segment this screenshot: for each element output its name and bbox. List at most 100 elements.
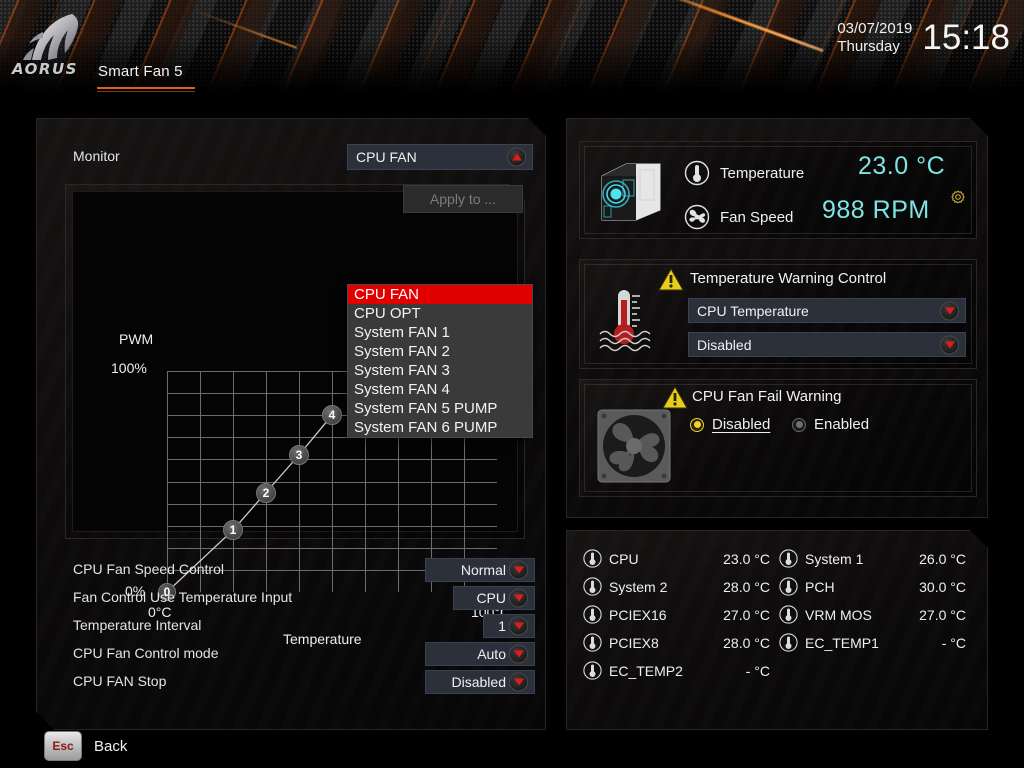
header-bottom-bar bbox=[0, 92, 1024, 100]
temperature-warning-state-value: Disabled bbox=[697, 336, 752, 353]
monitor-dropdown-list[interactable]: CPU FAN CPU OPT System FAN 1 System FAN 2 Sy… bbox=[347, 284, 533, 438]
fan-fail-option-disabled[interactable]: Disabled bbox=[690, 416, 770, 433]
sensor-value: 28.0 °C bbox=[723, 578, 770, 595]
setting-label: CPU Fan Control mode bbox=[73, 645, 219, 661]
warning-triangle-icon bbox=[658, 268, 684, 292]
dropdown-item[interactable]: System FAN 1 bbox=[348, 323, 532, 342]
warning-triangle-icon bbox=[662, 386, 688, 410]
sensor-name: CPU bbox=[609, 550, 639, 567]
sensor-name: PCIEX16 bbox=[609, 606, 667, 623]
apply-to-button[interactable]: Apply to ... bbox=[403, 185, 523, 213]
sensor-value: 27.0 °C bbox=[919, 606, 966, 623]
temperature-value: 23.0 °C bbox=[858, 152, 946, 180]
monitor-status-panel: Temperature 23.0 °C Fan Speed 988 RPM Te… bbox=[566, 118, 988, 518]
sensor-row: PCH 30.0 °C bbox=[779, 577, 966, 596]
tab-smart-fan-5[interactable]: Smart Fan 5 bbox=[98, 63, 183, 80]
setting-value-select[interactable]: Disabled bbox=[425, 670, 535, 694]
sensor-row: System 2 28.0 °C bbox=[583, 577, 770, 596]
tab-underline bbox=[97, 87, 195, 89]
sensor-row: VRM MOS 27.0 °C bbox=[779, 605, 966, 624]
sensor-name: PCIEX8 bbox=[609, 634, 659, 651]
setting-value: Disabled bbox=[451, 674, 506, 690]
temperature-fanspeed-card: Temperature 23.0 °C Fan Speed 988 RPM bbox=[579, 141, 977, 239]
dropdown-item[interactable]: System FAN 6 PUMP bbox=[348, 418, 532, 437]
back-bar[interactable]: Esc Back bbox=[44, 731, 127, 761]
setting-label: Temperature Interval bbox=[73, 617, 202, 633]
setting-value: Auto bbox=[477, 646, 506, 662]
sensor-value: 28.0 °C bbox=[723, 634, 770, 651]
setting-value-select[interactable]: CPU bbox=[453, 586, 535, 610]
chevron-down-icon[interactable] bbox=[509, 645, 528, 664]
tab-underline-secondary bbox=[97, 91, 195, 92]
thermometer-icon bbox=[583, 633, 602, 652]
setting-label: CPU Fan Speed Control bbox=[73, 561, 224, 577]
chevron-down-icon[interactable] bbox=[940, 301, 959, 320]
setting-row: CPU FAN Stop Disabled bbox=[73, 668, 535, 696]
monitor-row: Monitor CPU FAN bbox=[73, 144, 533, 172]
monitor-select-value: CPU FAN bbox=[356, 149, 417, 165]
chart-y-axis-title: PWM bbox=[119, 331, 154, 347]
fan-speed-row: Fan Speed bbox=[684, 204, 793, 230]
radio-disabled[interactable] bbox=[690, 418, 704, 432]
setting-row: CPU Fan Control mode Auto bbox=[73, 640, 535, 668]
sensor-name: EC_TEMP1 bbox=[805, 634, 879, 651]
setting-value-select[interactable]: Auto bbox=[425, 642, 535, 666]
temperature-warning-card: Temperature Warning Control CPU Temperat… bbox=[579, 259, 977, 369]
thermometer-icon bbox=[779, 577, 798, 596]
sensor-name: PCH bbox=[805, 578, 835, 595]
sensor-row: EC_TEMP2 - °C bbox=[583, 661, 770, 680]
cpu-fan-fail-warning-card: CPU Fan Fail Warning Disabled Enabled bbox=[579, 379, 977, 497]
clock: 03/07/2019 Thursday 15:18 bbox=[837, 20, 1010, 55]
fan-speed-value: 988 RPM bbox=[822, 196, 930, 224]
sensor-value: 27.0 °C bbox=[723, 606, 770, 623]
temperature-warning-source-select[interactable]: CPU Temperature bbox=[688, 298, 966, 323]
monitor-select[interactable]: CPU FAN bbox=[347, 144, 533, 170]
chevron-down-icon[interactable] bbox=[509, 673, 528, 692]
fan-curve-point-2[interactable]: 2 bbox=[256, 483, 276, 503]
smart-fan-left-panel: Monitor CPU FAN Apply to ... PWM 100% 0%… bbox=[36, 118, 546, 730]
setting-value: 1 bbox=[498, 618, 506, 634]
monitor-label: Monitor bbox=[73, 148, 120, 164]
chevron-down-icon[interactable] bbox=[509, 561, 528, 580]
chevron-down-icon[interactable] bbox=[940, 335, 959, 354]
setting-label: Fan Control Use Temperature Input bbox=[73, 589, 293, 605]
gear-icon[interactable] bbox=[950, 190, 966, 211]
sensor-row: PCIEX8 28.0 °C bbox=[583, 633, 770, 652]
sensor-name: System 2 bbox=[609, 578, 668, 595]
setting-row: Fan Control Use Temperature Input CPU bbox=[73, 584, 535, 612]
system-sensors-panel: CPU 23.0 °C System 1 26.0 °C System 2 28.0 °C… bbox=[566, 530, 988, 730]
chevron-down-icon[interactable] bbox=[509, 589, 528, 608]
dropdown-item[interactable]: System FAN 5 PUMP bbox=[348, 399, 532, 418]
setting-value-select[interactable]: Normal bbox=[425, 558, 535, 582]
fan-fail-disabled-label: Disabled bbox=[712, 416, 771, 433]
dropdown-item[interactable]: CPU OPT bbox=[348, 304, 532, 323]
sensor-value: - °C bbox=[745, 662, 770, 679]
esc-key-icon[interactable]: Esc bbox=[44, 731, 82, 761]
sensor-value: 23.0 °C bbox=[723, 550, 770, 567]
temperature-label: Temperature bbox=[720, 164, 805, 182]
fan-curve-point-3[interactable]: 3 bbox=[289, 445, 309, 465]
chevron-down-icon[interactable] bbox=[509, 617, 528, 636]
fan-speed-label: Fan Speed bbox=[720, 208, 794, 226]
clock-date: 03/07/2019 bbox=[837, 20, 913, 38]
fan-curve-point-1[interactable]: 1 bbox=[223, 520, 243, 540]
dropdown-item[interactable]: CPU FAN bbox=[348, 285, 532, 304]
clock-time: 15:18 bbox=[922, 18, 1010, 57]
sensor-row: System 1 26.0 °C bbox=[779, 549, 966, 568]
temperature-row: Temperature bbox=[684, 160, 804, 186]
fan-fail-option-enabled[interactable]: Enabled bbox=[792, 416, 869, 433]
sensor-row: CPU 23.0 °C bbox=[583, 549, 770, 568]
thermometer-icon bbox=[779, 605, 798, 624]
chevron-up-icon[interactable] bbox=[507, 148, 526, 167]
dropdown-item[interactable]: System FAN 4 bbox=[348, 380, 532, 399]
setting-value-select[interactable]: 1 bbox=[483, 614, 535, 638]
setting-value: CPU bbox=[476, 590, 506, 606]
sensor-name: System 1 bbox=[805, 550, 864, 567]
temperature-warning-state-select[interactable]: Disabled bbox=[688, 332, 966, 357]
temperature-warning-source-value: CPU Temperature bbox=[697, 302, 809, 319]
dropdown-item[interactable]: System FAN 2 bbox=[348, 342, 532, 361]
thermometer-icon bbox=[583, 605, 602, 624]
dropdown-item[interactable]: System FAN 3 bbox=[348, 361, 532, 380]
thermometer-icon bbox=[779, 633, 798, 652]
radio-enabled[interactable] bbox=[792, 418, 806, 432]
